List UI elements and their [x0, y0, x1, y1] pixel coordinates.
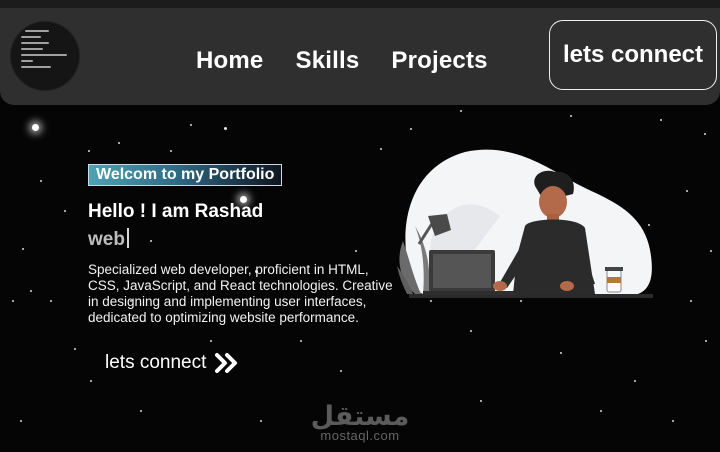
- nav-link-home[interactable]: Home: [196, 47, 263, 75]
- description-line: CSS, JavaScript, and React technologies.…: [88, 278, 393, 293]
- star-dot: [22, 248, 24, 250]
- description-line: Specialized web developer, proficient in…: [88, 262, 369, 277]
- star-dot: [88, 150, 90, 152]
- lets-connect-nav-button[interactable]: lets connect: [549, 20, 717, 90]
- star-dot: [660, 119, 662, 121]
- star-dot: [355, 250, 357, 252]
- description-line: in designing and implementing user inter…: [88, 294, 367, 309]
- star-dot: [90, 380, 92, 382]
- nav-links: Home Skills Projects: [196, 47, 520, 75]
- star-dot: [12, 300, 14, 302]
- description-line: dedicated to optimizing website performa…: [88, 310, 359, 325]
- star-dot: [30, 290, 32, 292]
- code-line-glyph: [21, 42, 49, 44]
- star-dot: [686, 190, 688, 192]
- star-dot: [32, 124, 39, 131]
- star-dot: [705, 340, 707, 342]
- star-dot: [560, 352, 562, 354]
- star-dot: [634, 380, 636, 382]
- star-dot: [170, 150, 172, 152]
- star-dot: [50, 300, 52, 302]
- code-line-glyph: [21, 66, 51, 68]
- navbar: Home Skills Projects lets connect: [0, 8, 720, 105]
- star-dot: [64, 210, 66, 212]
- code-line-glyph: [21, 36, 41, 38]
- hero-description: Specialized web developer, proficient in…: [88, 262, 418, 326]
- star-dot: [704, 133, 706, 135]
- code-line-glyph: [21, 48, 43, 50]
- star-dot: [190, 124, 192, 126]
- star-dot: [210, 340, 212, 342]
- typed-word: web: [88, 229, 125, 250]
- top-strip: [0, 0, 720, 8]
- cta-label: lets connect: [105, 352, 207, 373]
- code-line-glyph: [21, 60, 33, 62]
- star-dot: [410, 128, 412, 130]
- greeting-heading: Hello ! I am Rashad: [88, 201, 264, 222]
- star-dot: [118, 142, 120, 144]
- star-dot: [570, 115, 572, 117]
- nav-link-projects[interactable]: Projects: [391, 47, 487, 75]
- nav-link-skills[interactable]: Skills: [295, 47, 359, 75]
- welcome-badge: Welcom to my Portfolio: [88, 164, 283, 186]
- star-dot: [224, 127, 227, 130]
- star-dot: [470, 330, 472, 332]
- star-dot: [340, 370, 342, 372]
- double-chevron-right-icon: [215, 353, 238, 373]
- watermark-latin: mostaql.com: [320, 428, 400, 443]
- star-dot: [300, 340, 302, 342]
- developer-illustration: [397, 149, 653, 298]
- code-line-glyph: [25, 30, 49, 32]
- lets-connect-hero-link[interactable]: lets connect: [105, 352, 240, 374]
- typed-text: web: [88, 228, 129, 251]
- star-dot: [380, 148, 382, 150]
- code-line-glyph: [21, 54, 67, 56]
- star-dot: [460, 110, 462, 112]
- star-dot: [40, 180, 42, 182]
- star-dot: [150, 240, 152, 242]
- star-dot: [710, 250, 712, 252]
- star-dot: [690, 300, 692, 302]
- typing-caret: [126, 228, 129, 248]
- star-dot: [74, 348, 76, 350]
- code-logo-icon[interactable]: [10, 21, 80, 91]
